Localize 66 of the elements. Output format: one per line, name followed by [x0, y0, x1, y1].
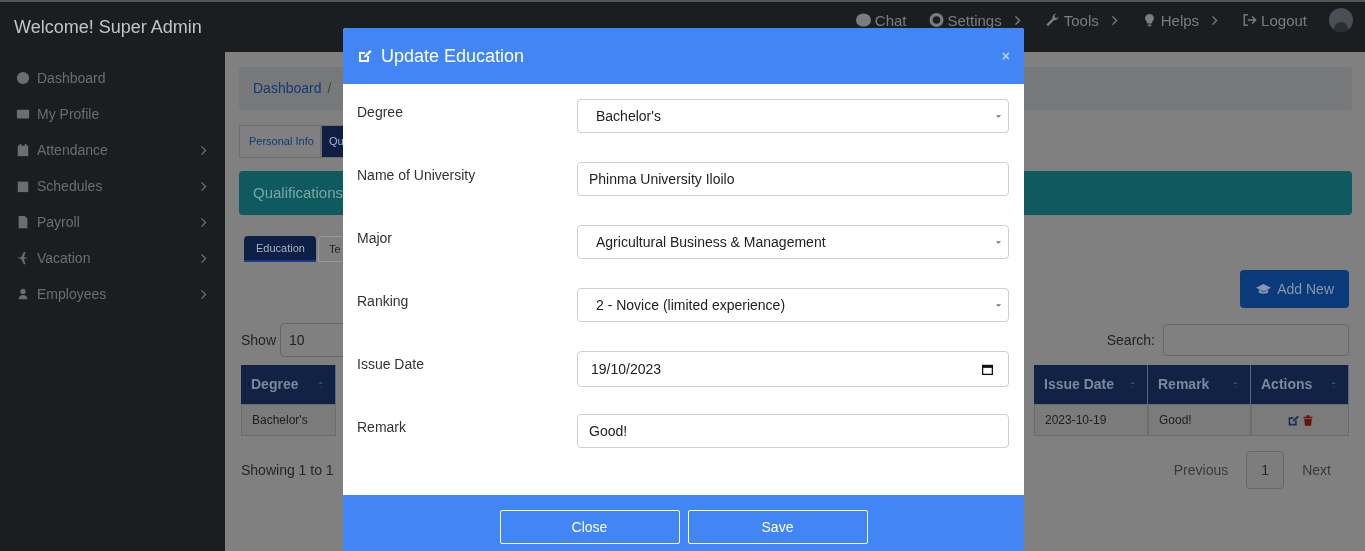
sidebar-item[interactable]: Attendance — [0, 132, 225, 168]
search-field[interactable] — [1163, 324, 1349, 356]
edit-icon — [357, 48, 373, 64]
close-button[interactable]: × — [1001, 45, 1010, 67]
modal-title: Update Education — [381, 44, 525, 68]
search-label: Search: — [1106, 330, 1155, 350]
nav-link[interactable]: Helps — [1141, 11, 1221, 29]
sidebar-item[interactable]: Payroll — [0, 204, 225, 240]
calendar-icon — [16, 179, 30, 193]
input-field[interactable]: Good! — [577, 414, 1009, 448]
field-label: Ranking — [357, 292, 410, 311]
avatar[interactable] — [1329, 8, 1353, 32]
dashboard-icon — [16, 71, 30, 85]
next-link[interactable]: Next — [1284, 459, 1349, 481]
chat-icon — [855, 13, 871, 27]
sidebar-item[interactable]: Employees — [0, 276, 225, 312]
column-header[interactable]: Actions — [1251, 365, 1349, 404]
input-field[interactable]: Phinma University Iloilo — [577, 162, 1009, 196]
table-cell: 2023-10-19 — [1034, 404, 1148, 436]
field-label: Remark — [357, 418, 407, 437]
calendar-icon — [16, 143, 30, 157]
sidebar-item[interactable]: Dashboard — [0, 60, 225, 96]
modal-button[interactable]: Close — [499, 510, 680, 544]
sidebar-item[interactable]: My Profile — [0, 96, 225, 132]
trash-icon — [1301, 413, 1314, 427]
modal-button[interactable]: Save — [687, 510, 868, 544]
nav-link[interactable]: Chat — [855, 11, 907, 29]
select-field[interactable]: 2 - Novice (limited experience) — [577, 288, 1009, 322]
gear-icon — [928, 13, 944, 27]
previous-link[interactable]: Previous — [1155, 459, 1247, 481]
sidebar-item[interactable]: Vacation — [0, 240, 225, 276]
tab[interactable]: Personal Info — [239, 125, 321, 158]
tab[interactable]: Education — [244, 236, 316, 262]
logout-icon — [1242, 13, 1258, 27]
wrench-icon — [1044, 13, 1060, 27]
calendar-icon — [981, 362, 994, 376]
field-label: Major — [357, 229, 393, 248]
column-header[interactable]: Degree — [241, 365, 336, 404]
nav-link[interactable]: Logout — [1242, 11, 1307, 29]
add-new-button[interactable]: Add New — [1240, 270, 1349, 308]
table-cell: Bachelor's — [241, 404, 336, 436]
table-info: Showing 1 to 1 — [241, 460, 334, 480]
graduation-cap-icon — [1255, 281, 1273, 297]
nav-link[interactable]: Settings — [928, 11, 1023, 29]
select-field[interactable]: Agricultural Business & Management — [577, 225, 1009, 259]
caret-icon — [995, 112, 1002, 120]
app-title: Welcome! Super Admin — [14, 15, 202, 39]
document-icon — [16, 215, 30, 229]
sidebar-item[interactable]: Schedules — [0, 168, 225, 204]
users-icon — [16, 287, 30, 301]
caret-icon — [995, 238, 1002, 246]
column-header[interactable]: Issue Date — [1034, 365, 1148, 404]
date-field[interactable]: 19/10/2023 — [577, 351, 1009, 387]
column-header[interactable]: Remark — [1148, 365, 1251, 404]
select-field[interactable]: Bachelor's — [577, 99, 1009, 133]
breadcrumb-separator: / — [327, 79, 332, 98]
table-cell: Good! — [1148, 404, 1251, 436]
field-label: Degree — [357, 103, 404, 122]
field-label: Issue Date — [357, 355, 425, 374]
show-label: Show — [241, 330, 277, 350]
edit-icon — [1286, 413, 1300, 427]
breadcrumb-link[interactable]: Dashboard — [253, 78, 322, 99]
id-card-icon — [16, 107, 30, 121]
caret-icon — [995, 301, 1002, 309]
nav-link[interactable]: Tools — [1044, 11, 1120, 29]
page-button[interactable]: 1 — [1246, 451, 1285, 489]
